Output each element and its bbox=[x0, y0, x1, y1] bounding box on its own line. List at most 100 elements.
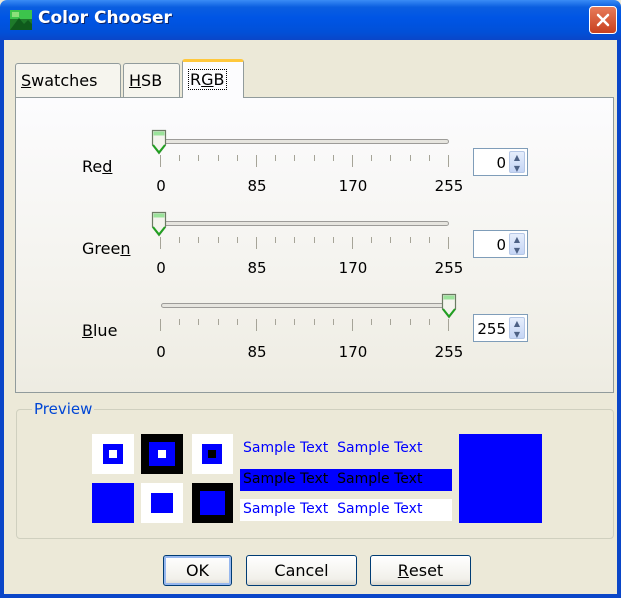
red-increment-icon[interactable]: ▲ bbox=[510, 152, 524, 163]
red-tick-label-170: 170 bbox=[338, 177, 368, 195]
green-slider-track[interactable] bbox=[161, 221, 449, 226]
slider-tick bbox=[275, 319, 277, 325]
blue-tick-label-85: 85 bbox=[247, 343, 267, 361]
tab-swatches[interactable]: Swatches bbox=[15, 63, 121, 97]
title-bar: Color Chooser bbox=[0, 0, 621, 40]
green-decrement-icon[interactable]: ▼ bbox=[510, 245, 524, 256]
slider-tick bbox=[236, 237, 238, 243]
slider-tick bbox=[448, 237, 449, 249]
reset-button[interactable]: Reset bbox=[370, 555, 471, 586]
green-increment-icon[interactable]: ▲ bbox=[510, 234, 524, 245]
slider-tick bbox=[179, 319, 181, 325]
red-slider-thumb[interactable] bbox=[151, 129, 167, 155]
red-value[interactable]: 0 bbox=[496, 154, 506, 172]
green-value[interactable]: 0 bbox=[496, 236, 506, 254]
slider-tick bbox=[332, 237, 334, 243]
slider-tick bbox=[275, 155, 277, 161]
slider-tick bbox=[179, 237, 181, 243]
slider-tick bbox=[256, 319, 257, 331]
slider-tick bbox=[409, 155, 411, 161]
slider-tick bbox=[236, 319, 238, 325]
green-slider-ticks bbox=[160, 237, 452, 251]
slider-tick bbox=[198, 155, 200, 161]
preview-color-swatch bbox=[459, 434, 542, 523]
tab-rgb-label-start: R bbox=[190, 70, 202, 89]
slider-tick bbox=[217, 319, 219, 325]
tab-hsb[interactable]: HSB bbox=[123, 63, 180, 97]
red-spinner[interactable]: 0 ▲ ▼ bbox=[473, 148, 528, 176]
tab-rgb[interactable]: RGB bbox=[182, 59, 244, 98]
slider-tick bbox=[294, 155, 296, 161]
preview-swatch-5 bbox=[141, 483, 183, 523]
blue-decrement-icon[interactable]: ▼ bbox=[510, 329, 524, 340]
tab-swatches-label: watches bbox=[31, 71, 98, 90]
slider-tick bbox=[179, 155, 181, 161]
red-slider-ticks bbox=[160, 155, 452, 169]
sample-text-row-2: Sample Text Sample Text bbox=[240, 469, 452, 491]
slider-tick bbox=[448, 155, 449, 167]
red-slider-track[interactable] bbox=[161, 139, 449, 144]
slider-tick bbox=[352, 237, 353, 249]
close-button[interactable] bbox=[589, 6, 617, 34]
red-decrement-icon[interactable]: ▼ bbox=[510, 163, 524, 174]
slider-tick bbox=[294, 237, 296, 243]
green-slider-thumb[interactable] bbox=[151, 211, 167, 237]
slider-tick bbox=[313, 319, 315, 325]
slider-tick bbox=[198, 237, 200, 243]
slider-tick bbox=[390, 155, 392, 161]
slider-tick bbox=[352, 319, 353, 331]
slider-tick bbox=[160, 155, 161, 167]
tab-hsb-mnemonic: H bbox=[129, 71, 142, 90]
blue-tick-label-255: 255 bbox=[434, 343, 464, 361]
preview-swatch-3 bbox=[192, 434, 233, 474]
slider-tick bbox=[198, 319, 200, 325]
window-title: Color Chooser bbox=[38, 8, 172, 28]
slider-tick bbox=[448, 319, 449, 331]
slider-tick bbox=[236, 155, 238, 161]
slider-tick bbox=[409, 319, 411, 325]
green-spinner[interactable]: 0 ▲ ▼ bbox=[473, 230, 528, 258]
slider-tick bbox=[256, 237, 257, 249]
slider-tick bbox=[217, 155, 219, 161]
slider-tick bbox=[332, 155, 334, 161]
blue-slider-thumb[interactable] bbox=[441, 293, 457, 319]
blue-spinner[interactable]: 255 ▲ ▼ bbox=[473, 314, 528, 342]
green-tick-label-170: 170 bbox=[338, 259, 368, 277]
tab-rgb-label-end: B bbox=[213, 70, 225, 89]
preview-title: Preview bbox=[32, 400, 95, 418]
slider-tick bbox=[160, 319, 161, 331]
preview-swatch-1 bbox=[92, 434, 134, 474]
slider-tick bbox=[428, 319, 430, 325]
slider-tick bbox=[371, 155, 373, 161]
green-tick-label-0: 0 bbox=[156, 259, 166, 277]
blue-increment-icon[interactable]: ▲ bbox=[510, 318, 524, 329]
sample-text-row-1: Sample Text Sample Text bbox=[243, 440, 423, 456]
ok-button[interactable]: OK bbox=[163, 555, 232, 586]
preview-swatch-6 bbox=[192, 483, 233, 523]
red-label: Red bbox=[82, 157, 113, 176]
tab-swatches-mnemonic: S bbox=[21, 71, 32, 90]
tab-rgb-mnemonic: G bbox=[201, 70, 214, 89]
red-tick-label-0: 0 bbox=[156, 177, 166, 195]
slider-tick bbox=[371, 319, 373, 325]
red-tick-label-255: 255 bbox=[434, 177, 464, 195]
blue-slider-ticks bbox=[160, 319, 452, 333]
tab-hsb-label: SB bbox=[141, 71, 163, 90]
blue-slider-track[interactable] bbox=[161, 303, 449, 308]
preview-swatch-2 bbox=[141, 434, 183, 474]
slider-tick bbox=[352, 155, 353, 167]
blue-value[interactable]: 255 bbox=[477, 320, 506, 338]
slider-tick bbox=[332, 319, 334, 325]
green-tick-label-255: 255 bbox=[434, 259, 464, 277]
color-chooser-app-icon bbox=[10, 10, 32, 30]
sample-text-row-3: Sample Text Sample Text bbox=[240, 499, 452, 521]
slider-tick bbox=[313, 237, 315, 243]
blue-label: Blue bbox=[82, 321, 118, 340]
green-tick-label-85: 85 bbox=[247, 259, 267, 277]
slider-tick bbox=[294, 319, 296, 325]
cancel-button[interactable]: Cancel bbox=[246, 555, 357, 586]
blue-tick-label-170: 170 bbox=[338, 343, 368, 361]
slider-tick bbox=[275, 237, 277, 243]
slider-tick bbox=[428, 237, 430, 243]
red-tick-label-85: 85 bbox=[247, 177, 267, 195]
